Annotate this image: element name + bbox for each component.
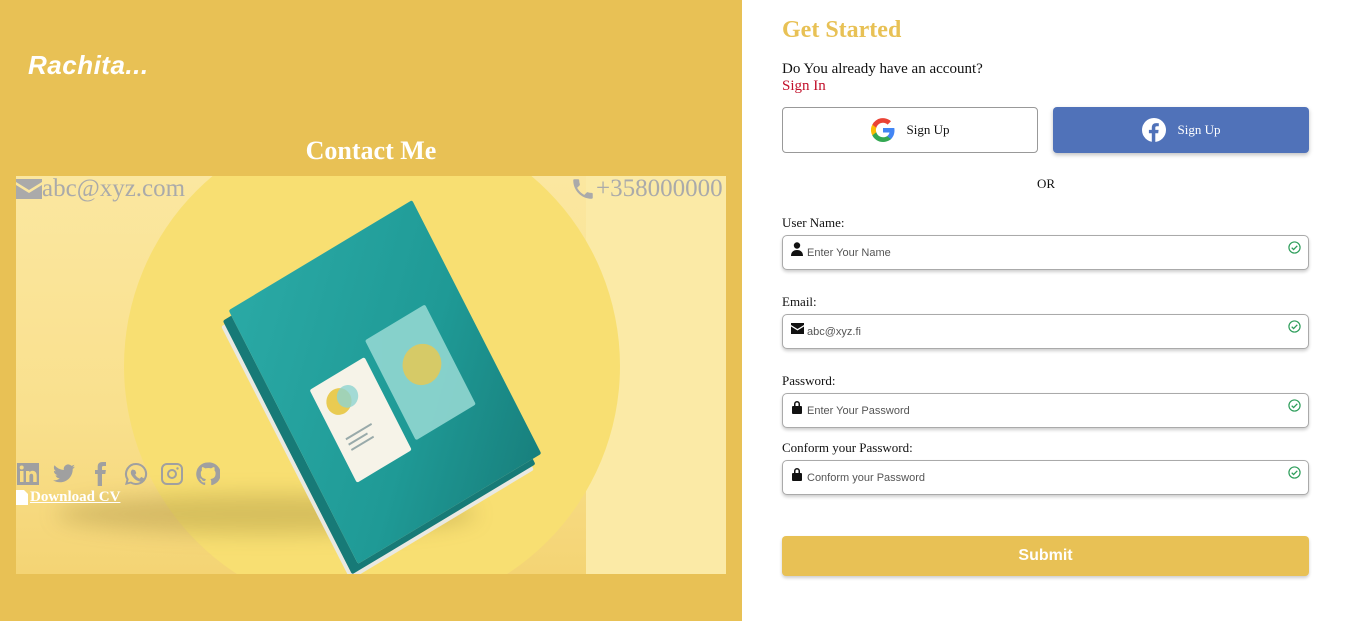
twitter-icon[interactable] — [52, 462, 76, 486]
facebook-icon[interactable] — [88, 462, 112, 486]
contact-email[interactable]: abc@xyz.com — [16, 175, 185, 203]
linkedin-icon[interactable] — [16, 462, 40, 486]
facebook-signup-label: Sign Up — [1177, 122, 1221, 137]
google-signup-button[interactable]: Sign Up — [782, 107, 1038, 153]
logo-text: Rachita... — [28, 50, 149, 80]
password-field — [782, 393, 1309, 428]
phone-icon — [573, 179, 593, 199]
whatsapp-icon[interactable] — [124, 462, 148, 486]
logo: Rachita... — [28, 44, 149, 78]
username-field — [782, 235, 1309, 270]
lock-icon — [791, 400, 803, 414]
check-circle-icon — [1288, 399, 1301, 412]
hero-image — [16, 176, 726, 574]
signup-form: Get Started Do You already have an accou… — [782, 0, 1310, 621]
download-cv-label: Download CV — [30, 489, 121, 505]
lock-icon — [791, 467, 803, 481]
check-circle-icon — [1288, 466, 1301, 479]
contact-panel: Rachita... Contact Me abc@xyz.com +35800… — [0, 0, 742, 621]
file-icon — [16, 490, 28, 505]
username-label: User Name: — [782, 215, 845, 230]
envelope-icon — [16, 179, 42, 199]
confirm-password-input[interactable] — [807, 469, 1267, 487]
email-field — [782, 314, 1309, 349]
password-label: Password: — [782, 373, 836, 388]
envelope-icon — [791, 321, 804, 335]
github-icon[interactable] — [196, 462, 221, 486]
download-cv-link[interactable]: Download CV — [16, 489, 120, 506]
phone-text: +358000000 — [596, 175, 723, 202]
email-text: abc@xyz.com — [42, 175, 186, 202]
contact-title: Contact Me — [305, 136, 437, 165]
user-icon — [791, 242, 803, 256]
or-divider: OR — [1036, 176, 1056, 191]
form-title: Get Started — [782, 17, 902, 43]
email-label: Email: — [782, 294, 817, 309]
instagram-icon[interactable] — [160, 462, 184, 486]
submit-button[interactable]: Submit — [782, 536, 1309, 576]
email-input[interactable] — [807, 323, 1267, 341]
confirm-password-field — [782, 460, 1309, 495]
social-links — [16, 462, 221, 486]
facebook-circle-icon — [1141, 118, 1166, 142]
account-question: Do You already have an account? — [782, 61, 983, 77]
check-circle-icon — [1288, 320, 1301, 333]
check-circle-icon — [1288, 241, 1301, 254]
confirm-password-label: Conform your Password: — [782, 440, 913, 455]
username-input[interactable] — [807, 244, 1267, 262]
sign-in-link[interactable]: Sign In — [782, 78, 826, 95]
contact-phone[interactable]: +358000000 — [570, 175, 723, 203]
password-input[interactable] — [807, 402, 1267, 420]
google-signup-label: Sign Up — [906, 122, 950, 137]
facebook-signup-button[interactable]: Sign Up — [1053, 107, 1309, 153]
google-icon — [870, 118, 894, 142]
